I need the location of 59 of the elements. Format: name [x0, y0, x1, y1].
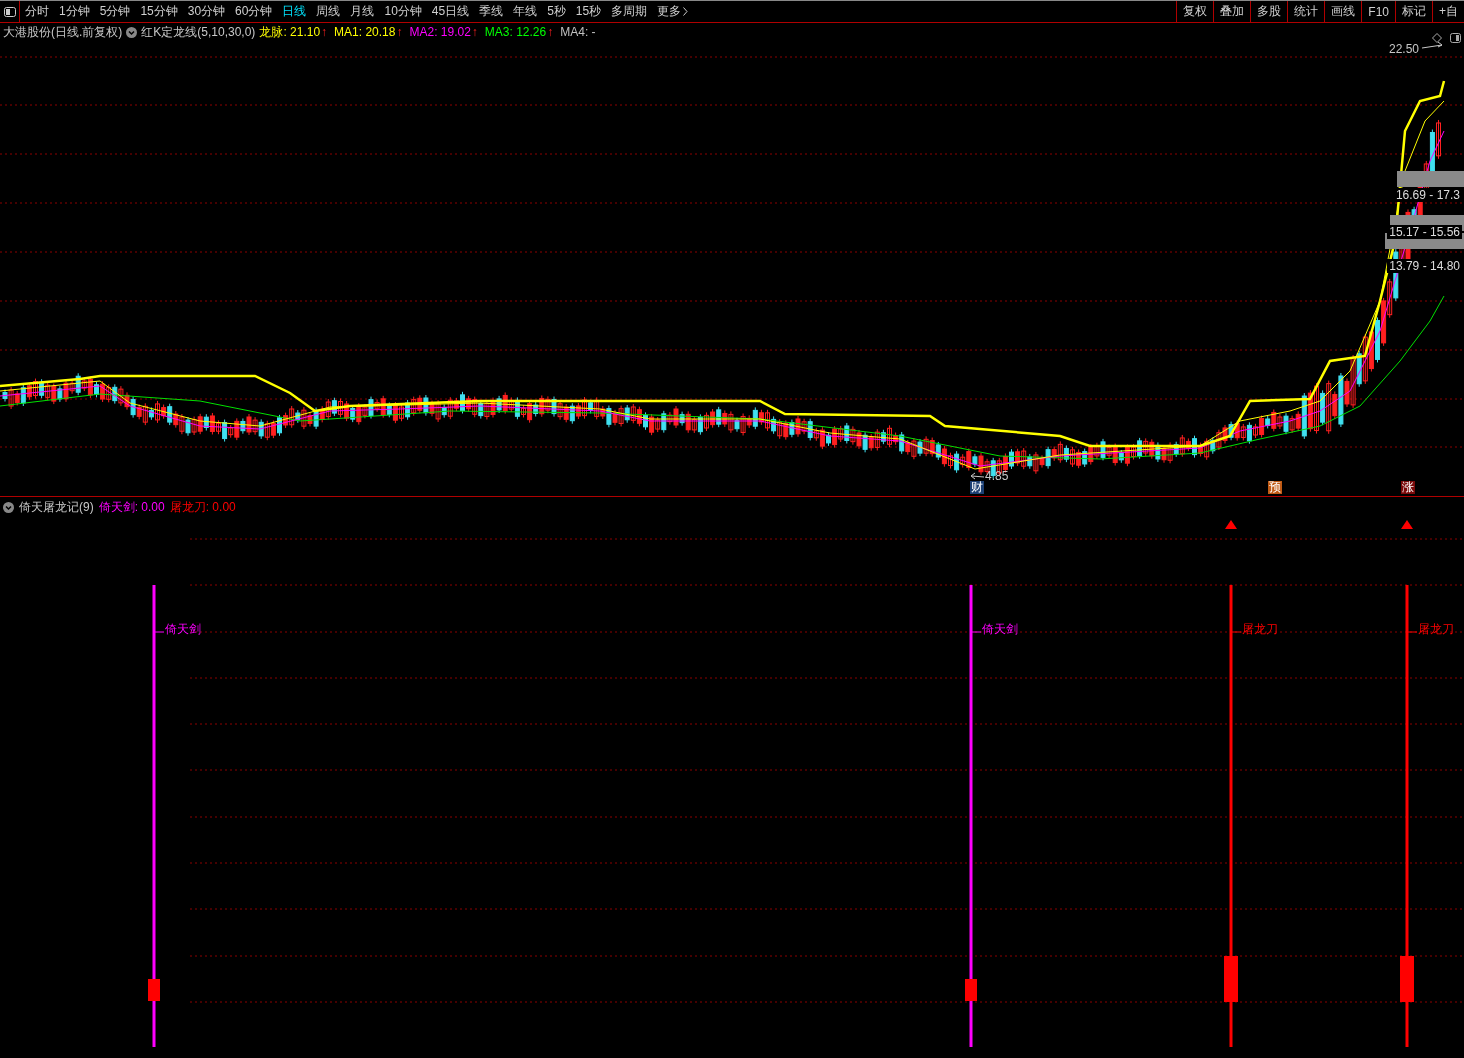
- period-tab[interactable]: 分时: [20, 1, 54, 22]
- period-tab[interactable]: 15分钟: [135, 1, 183, 22]
- period-tab[interactable]: 月线: [345, 1, 380, 22]
- period-tab[interactable]: 日线: [277, 1, 312, 22]
- legend-value: MA2: 19.02: [409, 25, 471, 39]
- price-range-label: 13.79 - 14.80: [1387, 259, 1462, 273]
- diamond-icon[interactable]: [1432, 33, 1442, 43]
- period-tab[interactable]: 5分钟: [94, 1, 136, 22]
- rise-arrow: ↑: [396, 25, 403, 39]
- arrow-icon: [970, 472, 985, 480]
- toolbar-button[interactable]: +自: [1432, 1, 1464, 22]
- rise-arrow: ↑: [321, 25, 328, 39]
- legend-value: MA4: -: [560, 25, 596, 39]
- indicator-value: 屠龙刀: 0.00: [169, 499, 236, 516]
- period-tab[interactable]: 1分钟: [54, 1, 95, 22]
- toolbar-button[interactable]: 统计: [1287, 1, 1325, 22]
- chevron-icon: [683, 7, 689, 16]
- stock-title: 大港股份(日线.前复权): [3, 23, 123, 41]
- price-range-band: [1397, 171, 1464, 187]
- price-range-label: 15.17 - 15.56: [1387, 225, 1462, 239]
- event-marker[interactable]: 预: [1268, 481, 1282, 494]
- signal-label: 倚天剑: [982, 622, 1018, 636]
- legend-value: MA1: 20.18: [334, 25, 396, 39]
- signal-label: 倚天剑: [165, 622, 201, 636]
- period-tab[interactable]: 季线: [474, 1, 509, 22]
- legend-value: MA3: 12.26: [484, 25, 547, 39]
- dropdown-icon[interactable]: [3, 502, 14, 513]
- toolbar-button[interactable]: 复权: [1176, 1, 1214, 22]
- panel-toggle-icon[interactable]: [1450, 33, 1461, 43]
- period-tab[interactable]: 45日线: [426, 1, 475, 22]
- rise-arrow: ↑: [471, 25, 478, 39]
- period-tab[interactable]: 60分钟: [230, 1, 278, 22]
- period-tab[interactable]: 年线: [508, 1, 543, 22]
- indicator-title: 倚天屠龙记(9): [19, 499, 94, 516]
- event-marker[interactable]: 财: [970, 481, 984, 494]
- indicator-value: 倚天剑: 0.00: [98, 499, 165, 516]
- arrow-icon: [1421, 41, 1443, 49]
- period-tab[interactable]: 15秒: [570, 1, 607, 22]
- dropdown-icon[interactable]: [126, 26, 138, 38]
- price-range-label: 16.69 - 17.3: [1393, 188, 1462, 202]
- period-tab[interactable]: 更多: [652, 1, 694, 22]
- toolbar-button[interactable]: 多股: [1250, 1, 1288, 22]
- low-price-label: 4.85: [985, 469, 1009, 483]
- signal-label: 屠龙刀: [1418, 622, 1454, 636]
- event-marker[interactable]: 涨: [1401, 481, 1415, 494]
- period-tab[interactable]: 5秒: [542, 1, 571, 22]
- period-tab[interactable]: 30分钟: [182, 1, 231, 22]
- period-tab[interactable]: 多周期: [606, 1, 653, 22]
- toolbar-button[interactable]: 叠加: [1213, 1, 1251, 22]
- period-tab[interactable]: 周线: [311, 1, 346, 22]
- period-tab[interactable]: 10分钟: [379, 1, 427, 22]
- rise-arrow: ↑: [547, 25, 554, 39]
- toolbar-button[interactable]: F10: [1361, 1, 1395, 22]
- indicator-name: 红K定龙线(5,10,30,0): [141, 23, 256, 41]
- signal-label: 屠龙刀: [1242, 622, 1278, 636]
- toolbar-button[interactable]: 画线: [1324, 1, 1362, 22]
- legend-value: 龙脉: 21.10: [259, 23, 321, 41]
- toolbar-button[interactable]: 标记: [1395, 1, 1432, 22]
- high-price-label: 22.50: [1389, 42, 1420, 56]
